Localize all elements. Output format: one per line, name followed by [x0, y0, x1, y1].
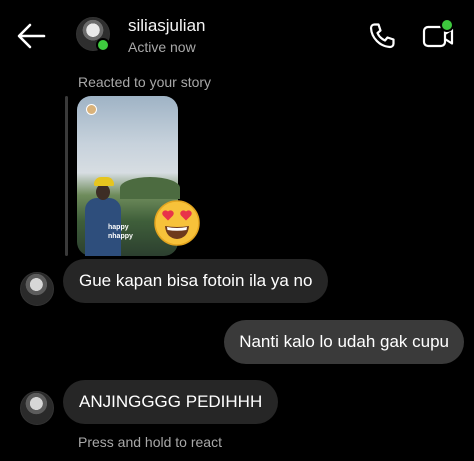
- active-status: Active now: [128, 39, 196, 55]
- story-hill: [120, 177, 180, 199]
- audio-call-button[interactable]: [366, 20, 398, 52]
- story-owner-avatar: [86, 104, 97, 115]
- story-person-head: [96, 184, 110, 200]
- sender-avatar[interactable]: [20, 391, 54, 425]
- story-person-hat: [94, 177, 114, 186]
- message-bubble-outgoing[interactable]: Nanti kalo lo udah gak cupu: [224, 320, 464, 364]
- contact-username[interactable]: siliasjulian: [128, 16, 205, 36]
- heart-eyes-emoji: [152, 198, 202, 248]
- reply-quote-bar: [65, 96, 68, 256]
- message-bubble-incoming[interactable]: ANJINGGGG PEDIHHH: [63, 380, 279, 424]
- phone-icon: [369, 23, 395, 49]
- react-hint: Press and hold to react: [78, 434, 222, 450]
- message-bubble-incoming[interactable]: Gue kapan bisa fotoin ila ya no: [63, 259, 329, 303]
- story-caption: happy nhappy: [108, 224, 133, 240]
- online-status-dot: [96, 38, 110, 52]
- back-button[interactable]: [14, 20, 50, 52]
- arrow-left-icon: [17, 23, 46, 49]
- sender-avatar[interactable]: [20, 272, 54, 306]
- video-online-dot: [440, 18, 454, 32]
- story-reaction-label: Reacted to your story: [78, 74, 212, 90]
